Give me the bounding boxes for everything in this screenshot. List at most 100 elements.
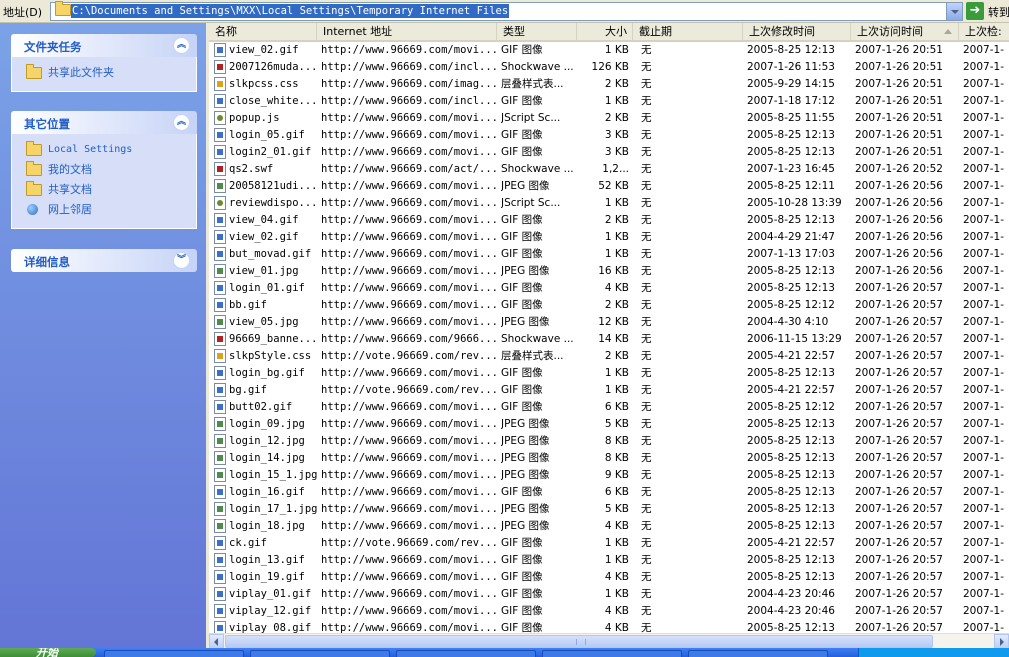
table-row[interactable]: view_04.gif http://www.96669.com/movi... G… [209,212,1009,229]
table-row[interactable]: login_01.gif http://www.96669.com/movi...… [209,280,1009,297]
gif-file-icon [214,383,226,397]
table-row[interactable]: login_15_1.jpg http://www.96669.com/movi.… [209,467,1009,484]
table-row[interactable]: view_02.gif http://www.96669.com/movi... G… [209,229,1009,246]
cell-url: http://vote.96669.com/rev... [321,384,497,396]
table-row[interactable]: view_05.jpg http://www.96669.com/movi... J… [209,314,1009,331]
cell-accessed: 2007-1-26 20:51 [855,44,943,56]
table-row[interactable]: ck.gif http://vote.96669.com/rev... GIF 图像… [209,535,1009,552]
table-row[interactable]: qs2.swf http://www.96669.com/act/... Shock… [209,161,1009,178]
go-button[interactable]: ➜ 转到 [965,2,1009,20]
column-last-checked[interactable]: 上次检: [959,23,1009,40]
gif-file-icon [214,43,226,57]
table-row[interactable]: view_01.jpg http://www.96669.com/movi... J… [209,263,1009,280]
table-row[interactable]: viplay_01.gif http://www.96669.com/movi..… [209,586,1009,603]
table-row[interactable]: popup.js http://www.96669.com/movi... JScr… [209,110,1009,127]
cell-expires: 无 [641,520,652,532]
table-row[interactable]: login_09.jpg http://www.96669.com/movi...… [209,416,1009,433]
column-expires[interactable]: 截止期 [633,23,743,40]
cell-type: JPEG 图像 [501,180,550,192]
other-places-header[interactable]: 其它位置 ︽ [11,111,197,134]
cell-name: ck.gif [229,537,267,549]
scrollbar-thumb[interactable] [225,635,933,648]
scroll-right-button[interactable] [994,634,1009,649]
table-row[interactable]: viplay_12.gif http://www.96669.com/movi..… [209,603,1009,620]
cell-url: http://vote.96669.com/rev... [321,350,497,362]
cell-type: JPEG 图像 [501,265,550,277]
table-row[interactable]: 2007126muda... http://www.96669.com/incl.… [209,59,1009,76]
cell-modified: 2006-11-15 13:29 [747,333,842,345]
cell-name: view_01.jpg [229,265,299,277]
address-input[interactable]: C:\Documents and Settings\MXX\Local Sett… [50,1,963,21]
table-row[interactable]: login2_01.gif http://www.96669.com/movi..… [209,144,1009,161]
table-row[interactable]: login_19.gif http://www.96669.com/movi...… [209,569,1009,586]
place-shared-documents[interactable]: 共享文档 [12,180,196,200]
address-dropdown-button[interactable] [946,3,962,20]
table-row[interactable]: 20058121udi... http://www.96669.com/movi.… [209,178,1009,195]
column-name[interactable]: 名称 [209,23,317,40]
cell-last-checked: 2007-1- [963,146,1004,158]
cell-expires: 无 [641,316,652,328]
table-row[interactable]: but_movad.gif http://www.96669.com/movi..… [209,246,1009,263]
scroll-left-button[interactable] [209,634,224,649]
cell-accessed: 2007-1-26 20:57 [855,452,943,464]
taskbar-item[interactable] [250,650,390,657]
cell-modified: 2007-1-26 11:53 [747,61,835,73]
table-row[interactable]: slkpStyle.css http://vote.96669.com/rev..… [209,348,1009,365]
place-network[interactable]: 网上邻居 [12,200,196,220]
task-share-folder[interactable]: 共享此文件夹 [12,63,196,83]
collapse-chevron-icon[interactable]: ︽ [173,114,190,131]
cell-accessed: 2007-1-26 20:57 [855,384,943,396]
table-row[interactable]: 96669_banne... http://www.96669.com/9666.… [209,331,1009,348]
column-modified[interactable]: 上次修改时间 [743,23,851,40]
table-row[interactable]: login_12.jpg http://www.96669.com/movi...… [209,433,1009,450]
taskbar-item[interactable] [688,650,828,657]
table-row[interactable]: butt02.gif http://www.96669.com/movi... GI… [209,399,1009,416]
cell-size: 2 KB [604,112,629,124]
table-row[interactable]: login_13.gif http://www.96669.com/movi...… [209,552,1009,569]
cell-url: http://www.96669.com/incl... [321,61,497,73]
table-row[interactable]: login_18.jpg http://www.96669.com/movi...… [209,518,1009,535]
horizontal-scrollbar[interactable] [209,633,1009,649]
file-tasks-header[interactable]: 文件夹任务 ︽ [11,34,197,57]
table-row[interactable]: bg.gif http://vote.96669.com/rev... GIF 图像… [209,382,1009,399]
taskbar-item[interactable] [396,650,536,657]
details-header[interactable]: 详细信息 ︾ [11,249,197,272]
cell-name: view_02.gif [229,231,299,243]
cell-name: login_12.jpg [229,435,305,447]
table-row[interactable]: login_16.gif http://www.96669.com/movi...… [209,484,1009,501]
collapse-chevron-icon[interactable]: ︽ [173,37,190,54]
cell-accessed: 2007-1-26 20:57 [855,316,943,328]
table-row[interactable]: reviewdispo... http://www.96669.com/movi.… [209,195,1009,212]
column-url[interactable]: Internet 地址 [317,23,497,40]
cell-modified: 2005-8-25 12:13 [747,435,835,447]
start-button[interactable]: 开始 [0,648,96,657]
place-my-documents[interactable]: 我的文档 [12,160,196,180]
cell-type: GIF 图像 [501,401,543,413]
cell-name: login_05.gif [229,129,305,141]
place-local-settings[interactable]: Local Settings [12,140,196,160]
address-path[interactable]: C:\Documents and Settings\MXX\Local Sett… [71,4,510,18]
table-row[interactable]: bb.gif http://www.96669.com/movi... GIF 图像… [209,297,1009,314]
column-accessed[interactable]: 上次访问时间 [851,23,959,40]
cell-name: slkpStyle.css [229,350,312,362]
expand-chevron-icon[interactable]: ︾ [173,252,190,269]
column-size[interactable]: 大小 [577,23,633,40]
task-label: 共享此文件夹 [48,66,114,79]
cell-name: butt02.gif [229,401,293,413]
taskbar-item[interactable] [542,650,682,657]
cell-url: http://www.96669.com/movi... [321,503,497,515]
table-row[interactable]: login_14.jpg http://www.96669.com/movi...… [209,450,1009,467]
table-row[interactable]: login_bg.gif http://www.96669.com/movi...… [209,365,1009,382]
cell-modified: 2004-4-30 4:10 [747,316,829,328]
table-row[interactable]: viplay_08.gif http://www.96669.com/movi..… [209,620,1009,633]
column-type[interactable]: 类型 [497,23,577,40]
table-row[interactable]: close_white... http://www.96669.com/incl.… [209,93,1009,110]
table-row[interactable]: login_05.gif http://www.96669.com/movi...… [209,127,1009,144]
cell-type: Shockwave ... [501,163,574,175]
table-row[interactable]: slkpcss.css http://www.96669.com/imag... 层… [209,76,1009,93]
table-row[interactable]: login_17_1.jpg http://www.96669.com/movi.… [209,501,1009,518]
taskbar-item[interactable] [104,650,244,657]
start-label: 开始 [36,648,58,657]
cell-name: reviewdispo... [229,197,318,209]
table-row[interactable]: view_02.gif http://www.96669.com/movi... G… [209,42,1009,59]
